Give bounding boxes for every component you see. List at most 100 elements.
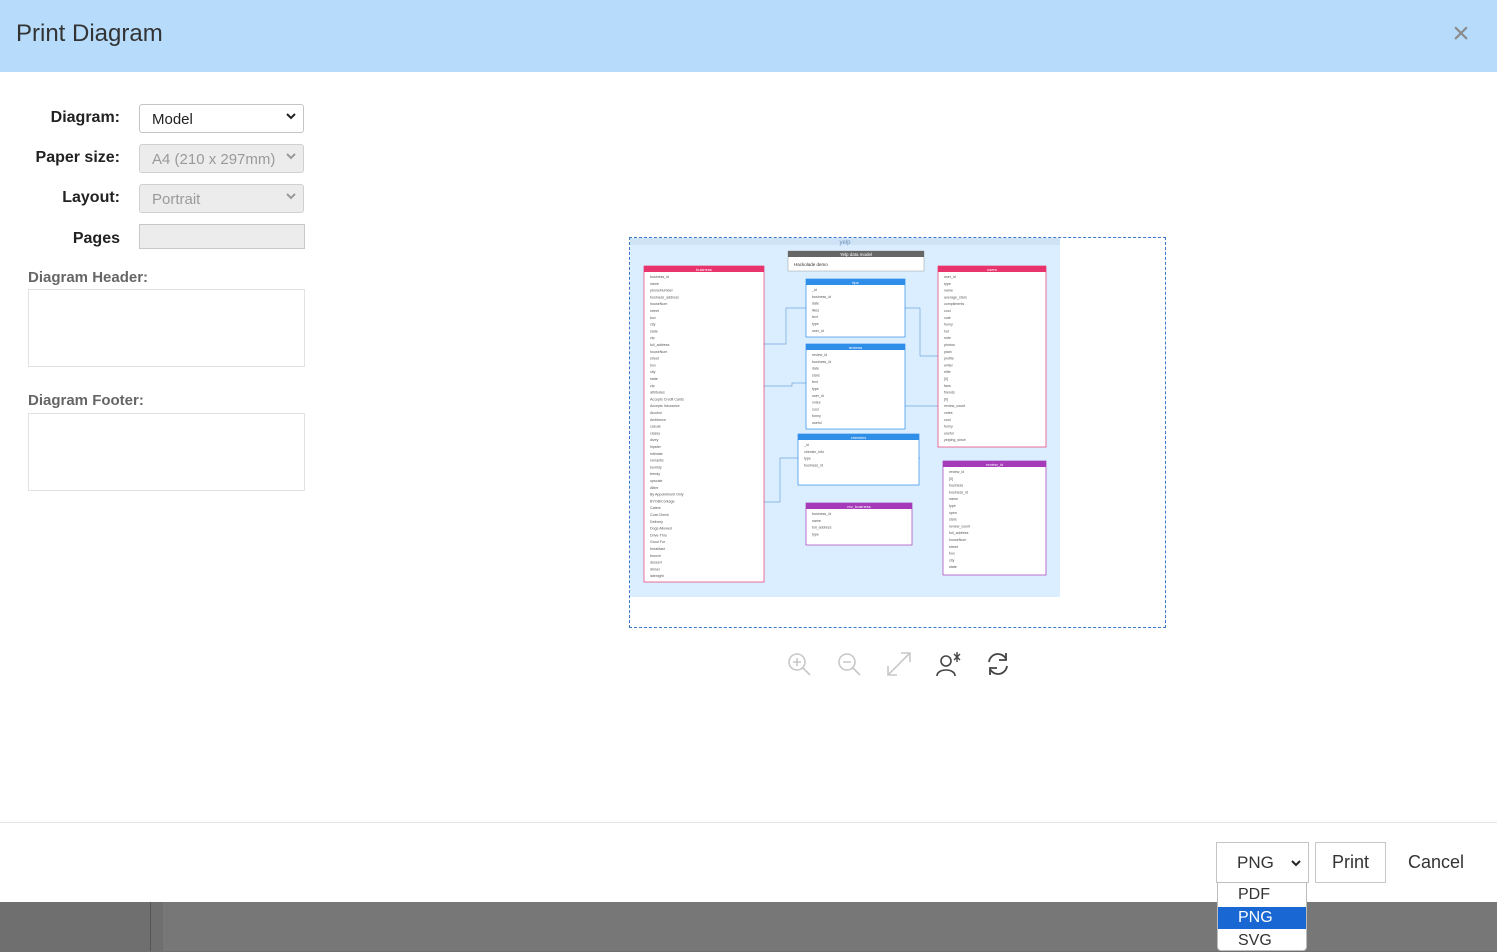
entity-field: classy	[650, 431, 660, 435]
pages-input[interactable]	[139, 224, 305, 249]
chevron-down-icon	[286, 193, 296, 200]
entity-field: user_id	[812, 329, 824, 333]
entity-field: hot	[944, 329, 949, 333]
entity-field: business	[949, 484, 963, 488]
entity-field: latenight	[650, 574, 664, 578]
entity-field: business_id	[812, 360, 831, 364]
entity-field: business_id	[812, 512, 831, 516]
entity-field: zip	[650, 384, 655, 388]
entity-field: business_id	[949, 490, 968, 494]
entity-field: intimate	[650, 452, 663, 456]
entity-field: cute	[944, 316, 951, 320]
paper-size-select[interactable]: A4 (210 x 297mm)	[139, 144, 304, 173]
entity-field: friends	[944, 391, 955, 395]
entity-field: brunch	[650, 554, 661, 558]
paper-size-label: Paper size:	[35, 149, 120, 166]
entity-field: _id	[803, 443, 809, 447]
entity-field: Attire	[650, 486, 658, 490]
entity-field: romantic	[650, 459, 664, 463]
cancel-button[interactable]: Cancel	[1398, 842, 1474, 883]
entity-field: Dogs Allowed	[650, 527, 672, 531]
diagram-preview[interactable]: yelp Yelp data model Hackolade demo busi…	[630, 238, 1060, 597]
refresh-icon[interactable]	[984, 650, 1012, 678]
entity-title: reviews	[849, 345, 863, 350]
paper-size-value: A4 (210 x 297mm)	[152, 151, 276, 168]
chevron-down-icon	[286, 153, 296, 160]
entity-field: funny	[944, 323, 953, 327]
entity-field: breakfast	[650, 547, 665, 551]
entity-field: houseNum	[650, 302, 667, 306]
entity-checkins: checkins _id checkin_infotype business_id	[797, 433, 920, 486]
format-select[interactable]: PNG	[1216, 842, 1309, 883]
entity-field: Ambience	[650, 418, 666, 422]
entity-field: likes	[812, 308, 819, 312]
entity-field: useful	[812, 421, 822, 425]
entity-rev_business: rev_business business_idname full_addresst…	[805, 502, 913, 546]
entity-field: full_address	[812, 526, 832, 530]
entity-reviews: reviews review_id business_iddate stars text…	[805, 343, 906, 430]
fit-to-page-icon[interactable]	[885, 650, 913, 678]
diagram-footer-input[interactable]	[28, 413, 305, 491]
entity-field: [0]	[944, 397, 948, 401]
entity-field: cool	[812, 407, 819, 411]
format-select-value: PNG	[1237, 853, 1274, 872]
diagram-preview-canvas: yelp Yelp data model Hackolade demo busi…	[630, 238, 1060, 583]
zoom-out-icon[interactable]	[835, 650, 863, 678]
entity-field: Coat Check	[650, 513, 669, 517]
entity-field: box	[650, 316, 656, 320]
entity-field: name	[949, 497, 958, 501]
entity-field: city	[650, 323, 656, 327]
entity-field: attributes	[650, 391, 665, 395]
entity-field: state	[949, 565, 957, 569]
dialog-header: Print Diagram ×	[0, 0, 1497, 72]
diagram-footer-label: Diagram Footer:	[28, 392, 144, 409]
entity-field: open	[949, 511, 957, 515]
entity-field: city	[949, 558, 955, 562]
entity-field: review_id	[812, 353, 827, 357]
zoom-in-icon[interactable]	[785, 650, 813, 678]
entity-field: city	[650, 370, 656, 374]
entity-field: Accepts Insurance	[650, 404, 680, 408]
entity-title: tips	[852, 280, 858, 285]
entity-users: users user_idtype name average_starscomplim…	[937, 265, 1047, 448]
reset-view-icon[interactable]	[934, 650, 962, 678]
format-dropdown-list: PDF PNG SVG	[1217, 882, 1307, 951]
entity-title: rev_business	[847, 504, 871, 509]
entity-title: review_id	[986, 462, 1003, 467]
format-option-png[interactable]: PNG	[1218, 907, 1306, 929]
format-option-svg[interactable]: SVG	[1218, 930, 1306, 952]
entity-field: note	[944, 336, 951, 340]
dialog-title: Print Diagram	[16, 20, 163, 47]
entity-field: name	[650, 282, 659, 286]
entity-field: business_address	[650, 295, 679, 299]
pages-label: Pages	[72, 230, 120, 247]
entity-business: business business_idname phoneNumber busine…	[643, 265, 765, 583]
note-text: Hackolade demo	[794, 262, 828, 267]
print-diagram-dialog: Print Diagram × Diagram: Model Paper siz…	[0, 0, 1497, 902]
entity-field: Alcohol	[650, 411, 662, 415]
entity-field: street	[650, 309, 659, 313]
project-name: yelp	[839, 240, 851, 246]
diagram-select-value: Model	[152, 111, 193, 128]
layout-select[interactable]: Portrait	[139, 184, 304, 213]
print-button[interactable]: Print	[1315, 842, 1386, 883]
entity-field: divey	[650, 438, 659, 442]
entity-field: [0]	[949, 477, 953, 481]
entity-field: box	[650, 363, 656, 367]
entity-field: votes	[944, 411, 953, 415]
entity-field: Good For	[650, 540, 666, 544]
entity-field: By Appointment Only	[650, 493, 684, 497]
entity-field: type	[944, 282, 951, 286]
entity-field: state	[650, 329, 658, 333]
backdrop-divider	[150, 902, 151, 951]
entity-field: business_id	[812, 295, 831, 299]
close-icon[interactable]: ×	[1449, 19, 1473, 49]
format-option-pdf[interactable]: PDF	[1218, 884, 1306, 906]
diagram-select[interactable]: Model	[139, 104, 304, 133]
entity-field: fans	[944, 384, 951, 388]
diagram-header-input[interactable]	[28, 289, 305, 367]
entity-field: houseNum	[949, 538, 966, 542]
entity-field: touristy	[650, 465, 662, 469]
entity-field: cool	[944, 418, 951, 422]
entity-field: funny	[944, 425, 953, 429]
